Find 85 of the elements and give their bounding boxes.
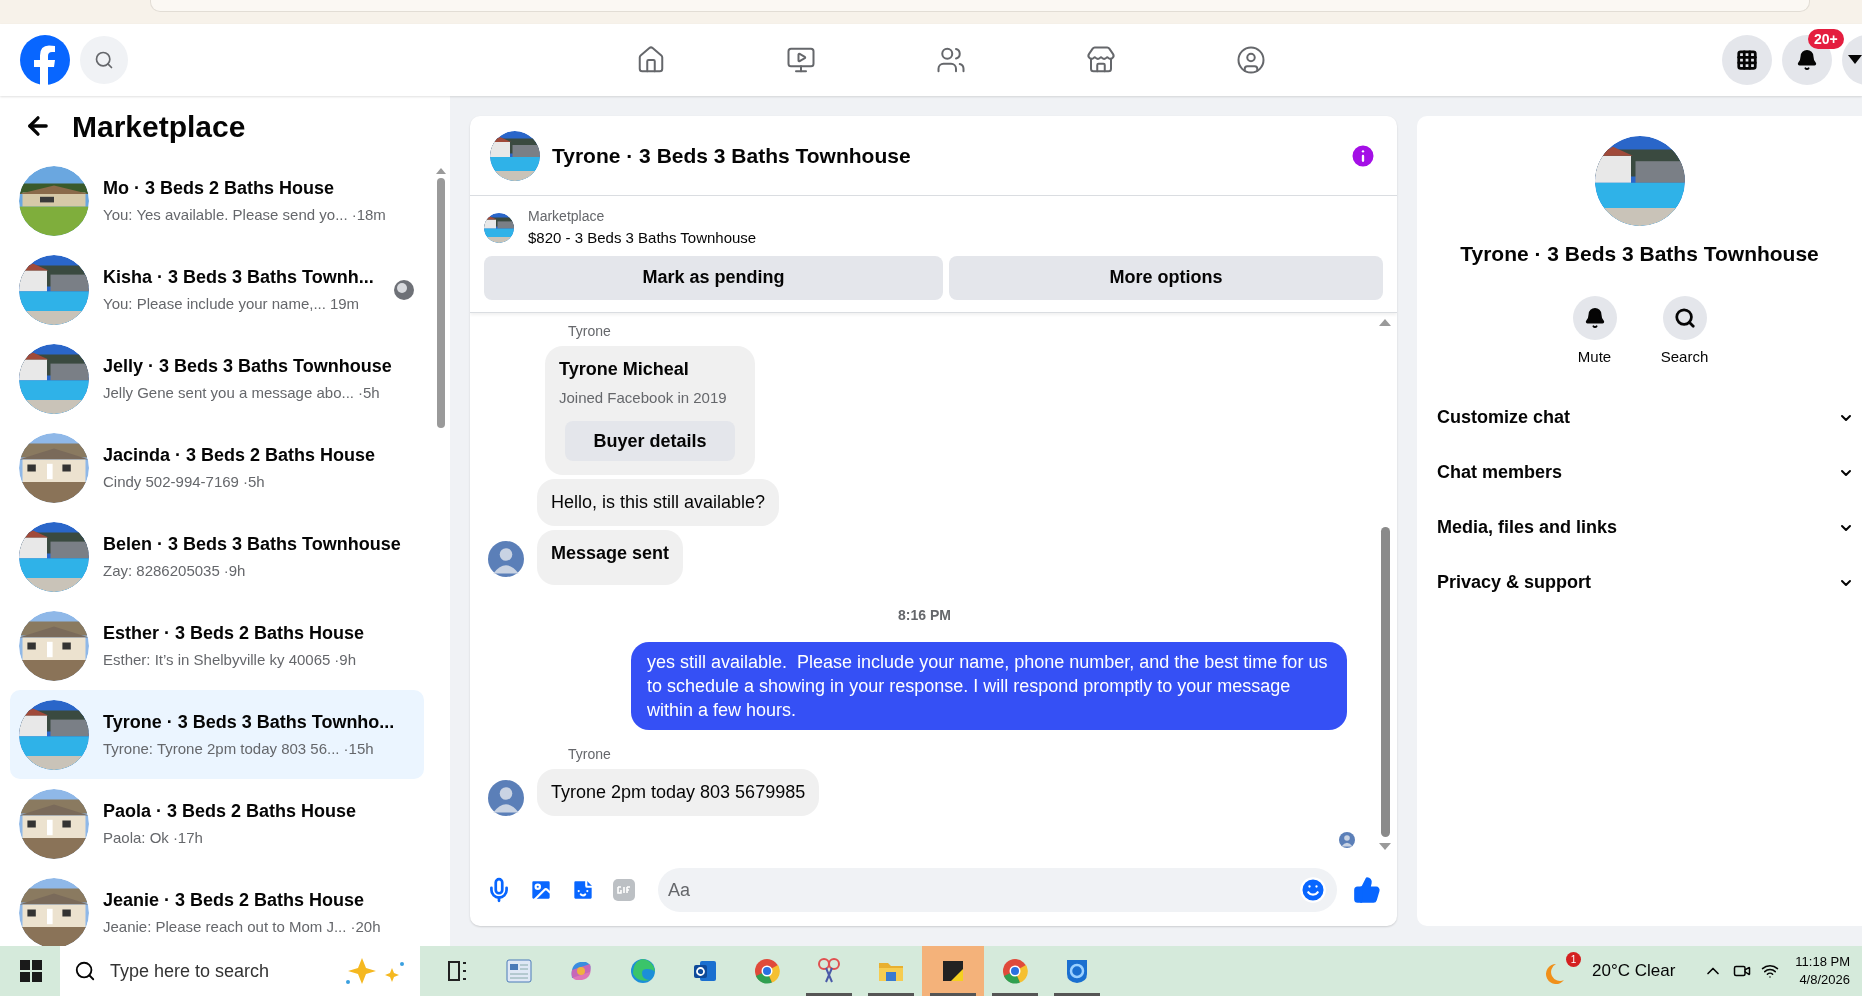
sender-name: Tyrone	[568, 321, 612, 341]
thumbs-up-icon[interactable]	[1353, 876, 1381, 904]
details-title: Tyrone · 3 Beds 3 Baths Townhouse	[1460, 241, 1819, 267]
message-time: ·5h	[358, 382, 380, 403]
video-icon[interactable]	[786, 45, 816, 75]
message-time: 19m	[329, 293, 360, 314]
conversation-name: Tyrone · 3 Beds 3 Baths Townho...	[103, 710, 396, 734]
scroll-down-arrow-icon[interactable]	[1379, 843, 1391, 850]
store-icon[interactable]	[1086, 45, 1116, 75]
conversation-name: Jelly · 3 Beds 3 Baths Townhouse	[103, 354, 393, 378]
details-section[interactable]: Customize chat	[1417, 390, 1862, 445]
listing-label: Marketplace	[528, 207, 606, 226]
message-time: ·9h	[334, 649, 357, 670]
action-label: Mute	[1577, 346, 1612, 367]
people-icon[interactable]	[936, 45, 966, 75]
message-preview: You: Yes available. Please send yo...	[103, 204, 348, 225]
avatar	[1339, 832, 1355, 848]
conversation-name: Kisha · 3 Beds 3 Baths Townh...	[103, 265, 375, 289]
logo-icon[interactable]	[20, 35, 70, 85]
action-label: Search	[1660, 346, 1709, 367]
message-time: ·15h	[343, 738, 374, 759]
taskbar-search-field[interactable]: Type here to search	[60, 946, 420, 996]
grid-icon	[1736, 49, 1758, 71]
details-section[interactable]: Media, files and links	[1417, 500, 1862, 555]
conversation-name: Belen · 3 Beds 3 Baths Townhouse	[103, 532, 402, 556]
conversation-item[interactable]: Tyrone · 3 Beds 3 Baths Townho... Tyrone: Tyrone 2pm today 803 56... ·15h	[10, 690, 424, 779]
chat-title: Tyrone · 3 Beds 3 Baths Townhouse	[552, 142, 912, 169]
scroll-up-arrow-icon[interactable]	[436, 168, 446, 174]
scroll-up-arrow-icon[interactable]	[1379, 318, 1391, 326]
wifi-icon[interactable]	[1761, 962, 1780, 980]
conversation-name: Jacinda · 3 Beds 2 Baths House	[103, 443, 377, 467]
message-timestamp: 8:16 PM	[898, 606, 951, 625]
incoming-message: Tyrone 2pm today 803 5679985	[537, 769, 820, 816]
apps-button[interactable]	[1722, 35, 1772, 85]
message-preview: Tyrone: Tyrone 2pm today 803 56...	[103, 738, 340, 759]
windows-logo-icon[interactable]	[20, 960, 42, 982]
home-icon[interactable]	[636, 45, 666, 75]
message-time: ·18m	[351, 204, 386, 225]
browser-icon[interactable]	[752, 956, 782, 986]
message-preview: Paola: Ok	[103, 827, 169, 848]
search-icon	[94, 50, 114, 70]
listing-title: $820 - 3 Beds 3 Baths Townhouse	[528, 228, 757, 248]
search-icon	[74, 960, 96, 982]
details-section[interactable]: Privacy & support	[1417, 555, 1862, 610]
message-preview: Cindy 502-994-7169	[103, 471, 239, 492]
conversation-name: Mo · 3 Beds 2 Baths House	[103, 176, 336, 200]
message-preview: Jelly Gene sent you a message abo...	[103, 382, 354, 403]
buyer-joined-text: Joined Facebook in 2019	[559, 387, 728, 408]
message-time: ·9h	[223, 560, 246, 581]
conversation-name: Esther · 3 Beds 2 Baths House	[103, 621, 366, 645]
message-preview: Esther: It’s in Shelbyville ky 40065	[103, 649, 331, 670]
incoming-message: Message sent	[537, 530, 684, 585]
buyer-name: Tyrone Micheal	[559, 357, 690, 381]
details-section[interactable]: Chat members	[1417, 445, 1862, 500]
bell-icon	[1583, 306, 1606, 329]
conversation-name: Jeanie · 3 Beds 2 Baths House	[103, 888, 366, 912]
notification-badge: 20+	[1808, 29, 1844, 49]
weather-text[interactable]: 20°C Clear	[1591, 958, 1676, 984]
listing-action-button[interactable]: More options	[949, 255, 1383, 300]
browser-icon[interactable]	[1000, 956, 1030, 986]
scrollbar-thumb[interactable]	[1380, 527, 1390, 837]
bell-icon	[1796, 49, 1818, 71]
browser-icon[interactable]	[628, 956, 658, 986]
message-time: ·20h	[350, 916, 381, 937]
message-time: ·17h	[172, 827, 203, 848]
message-time: ·5h	[242, 471, 265, 492]
widgets-icon[interactable]	[504, 956, 534, 986]
scrollbar-thumb[interactable]	[437, 178, 445, 428]
listing-action-button[interactable]: Mark as pending	[484, 255, 943, 300]
sidebar-title: Marketplace	[72, 108, 246, 145]
caret-icon	[1848, 55, 1862, 65]
incoming-message: Hello, is this still available?	[537, 479, 780, 526]
message-preview: You: Please include your name,...	[103, 293, 326, 314]
conversation-name: Paola · 3 Beds 2 Baths House	[103, 799, 358, 823]
search-icon	[1673, 306, 1696, 329]
outgoing-message: yes still available. Please include your name, phone number, and the best time for us to schedule a showing in your response. I will respond promptly to your message within a few hours.	[631, 642, 1347, 730]
weather-badge: 1	[1565, 952, 1581, 967]
message-preview: Zay: 8286205035	[103, 560, 220, 581]
clock[interactable]: 11:18 PM 4/8/2026	[1795, 953, 1850, 989]
buyer-details-button[interactable]: Buyer details	[565, 421, 735, 461]
sender-name: Tyrone	[568, 745, 612, 764]
profile-circle-icon[interactable]	[1236, 45, 1266, 75]
message-input[interactable]: Aa	[658, 868, 1337, 912]
message-preview: Jeanie: Please reach out to Mom J...	[103, 916, 347, 937]
taskbar-app[interactable]	[922, 946, 984, 996]
